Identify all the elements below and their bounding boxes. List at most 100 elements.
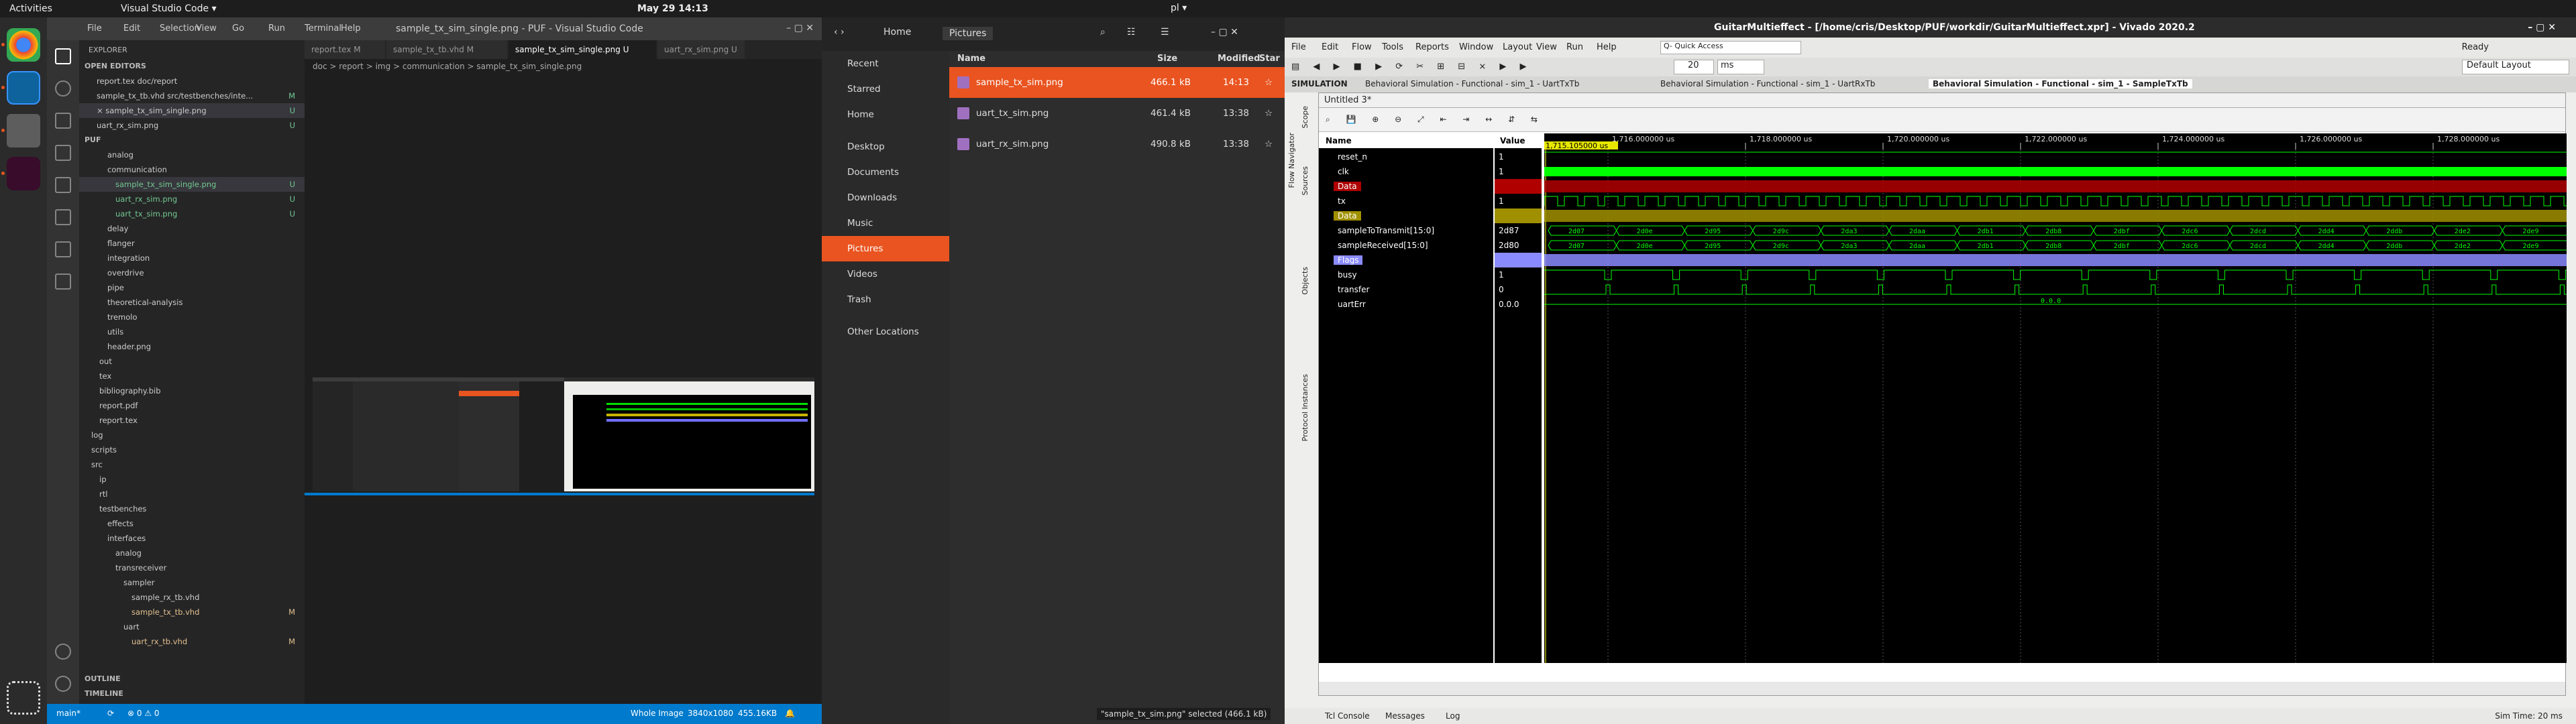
menu-run[interactable]: Run: [268, 23, 285, 34]
tree-item[interactable]: log: [79, 428, 305, 442]
sim-tab[interactable]: Behavioral Simulation - Functional - sim…: [1365, 79, 1579, 88]
back-button[interactable]: ‹ ›: [834, 27, 845, 38]
flow-navigator-label[interactable]: Flow Navigator: [1287, 133, 1296, 188]
search-icon[interactable]: [55, 80, 71, 97]
tree-item[interactable]: out: [79, 354, 305, 369]
tex-icon[interactable]: [55, 209, 71, 225]
tree-item[interactable]: integration: [79, 251, 305, 265]
tree-item[interactable]: uart: [79, 619, 305, 634]
sources-label[interactable]: Sources: [1301, 166, 1309, 196]
scope-label[interactable]: Scope: [1301, 106, 1309, 129]
vivado-menu-view[interactable]: View: [1536, 42, 1557, 52]
file-row[interactable]: uart_tx_sim.png 461.4 kB 13:38 ☆: [949, 98, 1285, 129]
tree-item[interactable]: rtl: [79, 487, 305, 501]
window-controls[interactable]: – ▢ ✕: [1211, 27, 1238, 38]
tree-item[interactable]: scripts: [79, 442, 305, 457]
tcl-console-tab[interactable]: Tcl Console: [1325, 711, 1370, 721]
tree-item[interactable]: analog: [79, 546, 305, 560]
settings-gear-icon[interactable]: [55, 676, 71, 692]
editor-tab[interactable]: sample_tx_sim_single.png U: [508, 40, 656, 59]
git-graph-icon[interactable]: [55, 274, 71, 290]
keyboard-indicator[interactable]: pl ▾: [1171, 3, 1187, 13]
tree-item[interactable]: src: [79, 457, 305, 472]
search-icon[interactable]: ⌕: [1100, 27, 1106, 38]
menu-view[interactable]: View: [196, 23, 217, 34]
signal-row[interactable]: transfer: [1319, 282, 1493, 297]
tree-item[interactable]: report.tex: [79, 413, 305, 428]
signal-row[interactable]: uartErr: [1319, 297, 1493, 312]
show-apps-icon[interactable]: [7, 681, 40, 715]
signal-row[interactable]: busy: [1319, 267, 1493, 282]
branch-indicator[interactable]: main*: [56, 709, 80, 718]
layout-select[interactable]: Default Layout: [2462, 60, 2569, 74]
account-icon[interactable]: [55, 644, 71, 660]
view-mode[interactable]: Whole Image: [631, 709, 684, 718]
timeline-section[interactable]: TIMELINE: [79, 686, 305, 701]
docker-icon[interactable]: [55, 241, 71, 257]
clock[interactable]: May 29 14:13: [637, 3, 708, 14]
sim-tab[interactable]: Behavioral Simulation - Functional - sim…: [1660, 79, 1875, 88]
source-control-icon[interactable]: [55, 113, 71, 129]
chrome-icon[interactable]: [7, 28, 40, 62]
tree-item[interactable]: uart_rx_tb.vhd M: [79, 634, 305, 649]
place-home[interactable]: Home: [822, 102, 949, 127]
editor-tab[interactable]: report.tex M: [305, 40, 385, 59]
protocol-instances-label[interactable]: Protocol Instances: [1301, 374, 1309, 441]
tree-item[interactable]: report.pdf: [79, 398, 305, 413]
window-controls[interactable]: – ▢ ✕: [2528, 22, 2556, 33]
open-editor-item[interactable]: uart_rx_sim.png U: [79, 118, 305, 133]
vivado-menu-edit[interactable]: Edit: [1322, 42, 1338, 52]
vivado-menu-help[interactable]: Help: [1597, 42, 1617, 52]
file-row[interactable]: uart_rx_sim.png 490.8 kB 13:38 ☆: [949, 129, 1285, 160]
tree-item[interactable]: header.png: [79, 339, 305, 354]
star-icon[interactable]: ☆: [1265, 129, 1273, 160]
tree-item[interactable]: sampler: [79, 575, 305, 590]
run-debug-icon[interactable]: [55, 145, 71, 161]
vivado-menu-layout[interactable]: Layout: [1503, 42, 1532, 52]
tree-item[interactable]: delay: [79, 221, 305, 236]
place-downloads[interactable]: Downloads: [822, 185, 949, 210]
vivado-menu-flow[interactable]: Flow: [1352, 42, 1372, 52]
tree-item[interactable]: bibliography.bib: [79, 383, 305, 398]
tree-item[interactable]: testbenches: [79, 501, 305, 516]
open-editor-item[interactable]: sample_tx_tb.vhd src/testbenches/inte...…: [79, 88, 305, 103]
star-icon[interactable]: ☆: [1265, 98, 1273, 129]
tree-item[interactable]: utils: [79, 324, 305, 339]
waveform-scrollbar[interactable]: [1319, 682, 2565, 695]
explorer-icon[interactable]: [55, 48, 71, 64]
quick-access-input[interactable]: Q- Quick Access: [1660, 41, 1801, 54]
tree-item[interactable]: transreceiver: [79, 560, 305, 575]
runtime-field[interactable]: 20: [1674, 60, 1714, 74]
place-documents[interactable]: Documents: [822, 160, 949, 185]
vivado-menu-window[interactable]: Window: [1459, 42, 1493, 52]
tree-item[interactable]: theoretical-analysis: [79, 295, 305, 310]
menu-selection[interactable]: Selection: [160, 23, 200, 34]
bell-icon[interactable]: 🔔: [785, 709, 795, 718]
problems-indicator[interactable]: ⊗ 0 ⚠ 0: [127, 709, 160, 718]
vscode-icon[interactable]: [7, 71, 40, 105]
window-controls[interactable]: – ▢ ✕: [786, 23, 814, 34]
home-crumb[interactable]: Home: [883, 27, 911, 38]
tree-item[interactable]: uart_rx_sim.png U: [79, 192, 305, 206]
vivado-menu-tools[interactable]: Tools: [1382, 42, 1403, 52]
vivado-menu-reports[interactable]: Reports: [1415, 42, 1449, 52]
tree-item[interactable]: overdrive: [79, 265, 305, 280]
vivado-menu-run[interactable]: Run: [1566, 42, 1583, 52]
file-row[interactable]: sample_tx_sim.png 466.1 kB 14:13 ☆: [949, 67, 1285, 98]
tree-item[interactable]: analog: [79, 147, 305, 162]
tree-item[interactable]: uart_tx_sim.png U: [79, 206, 305, 221]
app-menu[interactable]: Visual Studio Code ▾: [121, 3, 217, 14]
tree-item[interactable]: sample_tx_tb.vhd M: [79, 605, 305, 619]
signal-row[interactable]: sampleToTransmit[15:0]: [1319, 223, 1493, 238]
open-editor-item[interactable]: × sample_tx_sim_single.png U: [79, 103, 305, 118]
messages-tab[interactable]: Messages: [1385, 711, 1425, 721]
place-other-locations[interactable]: Other Locations: [822, 319, 949, 345]
signal-row[interactable]: sampleReceived[15:0]: [1319, 238, 1493, 253]
sync-icon[interactable]: ⟳: [107, 709, 114, 718]
editor-tab[interactable]: uart_rx_sim.png U: [657, 40, 745, 59]
menu-file[interactable]: File: [87, 23, 102, 34]
open-editor-item[interactable]: report.tex doc/report: [79, 74, 305, 88]
tree-item[interactable]: flanger: [79, 236, 305, 251]
tree-item[interactable]: tex: [79, 369, 305, 383]
extensions-icon[interactable]: [55, 177, 71, 193]
